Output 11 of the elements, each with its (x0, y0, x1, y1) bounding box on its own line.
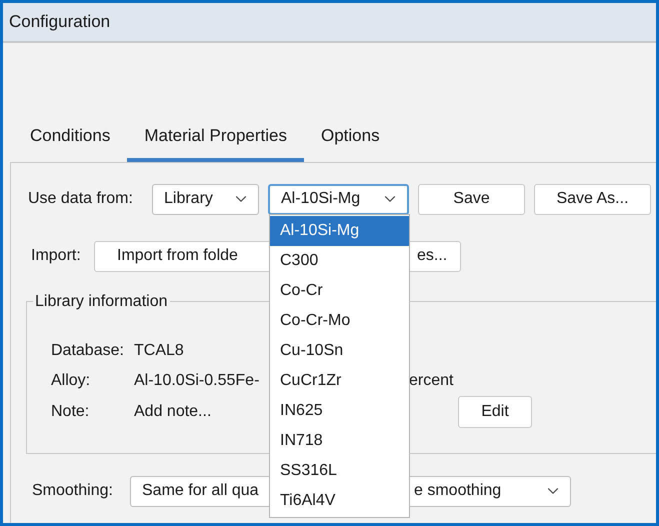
database-label: Database: (51, 340, 125, 360)
use-data-label: Use data from: (28, 189, 134, 209)
smoothing-label: Smoothing: (32, 481, 114, 501)
note-label: Note: (51, 402, 90, 422)
note-value: Add note... (134, 402, 212, 422)
window-title: Configuration (9, 11, 110, 34)
alloy-label: Alloy: (51, 370, 92, 390)
import-label: Import: (31, 246, 82, 266)
alloy-value: Al-10.0Si-0.55Fe- (134, 370, 260, 390)
database-value: TCAL8 (134, 340, 184, 360)
alloy-value: ercent (409, 370, 454, 390)
